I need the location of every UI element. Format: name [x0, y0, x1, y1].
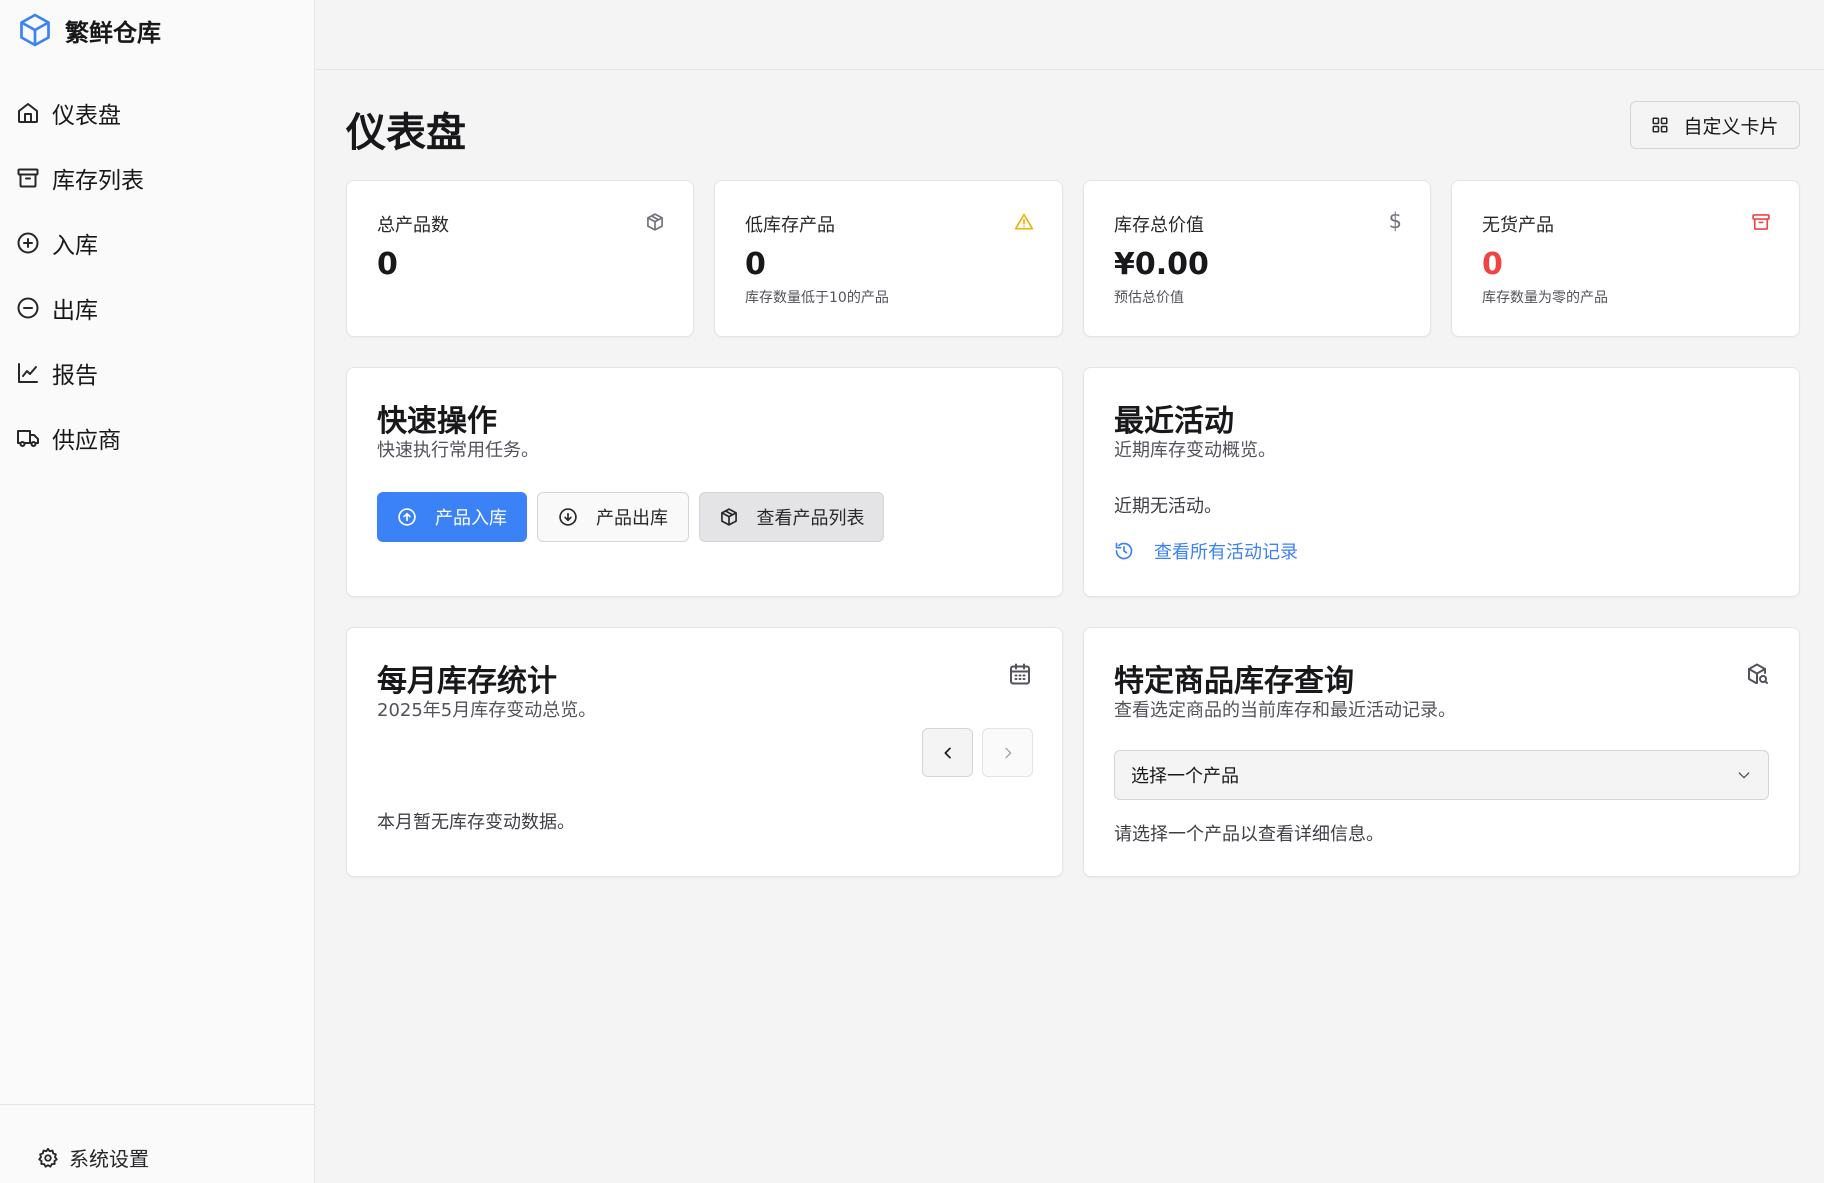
sidebar-item-reports[interactable]: 报告 — [0, 340, 315, 405]
sidebar-item-label: 入库 — [52, 232, 98, 259]
package-icon — [719, 507, 739, 527]
arrow-up-circle-icon — [397, 507, 417, 527]
minus-circle-icon — [16, 296, 40, 320]
line-chart-icon — [16, 361, 40, 385]
package-icon — [645, 212, 665, 232]
previous-month-button[interactable] — [922, 728, 973, 777]
gear-icon — [37, 1147, 59, 1169]
quick-actions-desc: 快速执行常用任务。 — [377, 440, 539, 461]
grid-icon — [1651, 116, 1669, 134]
stat-subtext: 预估总价值 — [1114, 290, 1184, 306]
stock-in-button[interactable]: 产品入库 — [377, 492, 527, 542]
top-bar — [316, 0, 1824, 70]
recent-activity-empty: 近期无活动。 — [1114, 496, 1222, 517]
monthly-stats-title: 每月库存统计 — [377, 664, 557, 699]
sidebar-item-label: 仪表盘 — [52, 102, 121, 129]
sidebar-item-inventory[interactable]: 库存列表 — [0, 145, 315, 210]
stat-subtext: 库存数量低于10的产品 — [745, 290, 889, 306]
stat-card-total-value: 库存总价值 $ ¥0.00 预估总价值 — [1083, 180, 1431, 337]
sidebar-item-stock-in[interactable]: 入库 — [0, 210, 315, 275]
stat-value: 0 — [745, 247, 766, 282]
sidebar-item-label: 库存列表 — [52, 167, 144, 194]
sidebar-item-stock-out[interactable]: 出库 — [0, 275, 315, 340]
stat-card-out-of-stock: 无货产品 0 库存数量为零的产品 — [1451, 180, 1800, 337]
monthly-stats-card: 每月库存统计 2025年5月库存变动总览。 本月暂无库存变动数据。 — [346, 627, 1063, 877]
home-icon — [16, 101, 40, 125]
dollar-icon: $ — [1388, 209, 1402, 233]
arrow-down-circle-icon — [558, 507, 578, 527]
brand[interactable]: 繁鲜仓库 — [17, 10, 161, 50]
sidebar-item-label: 报告 — [52, 362, 98, 389]
warning-icon — [1014, 212, 1034, 232]
product-lookup-hint: 请选择一个产品以查看详细信息。 — [1114, 824, 1384, 845]
customize-cards-button[interactable]: 自定义卡片 — [1630, 101, 1800, 149]
settings-label: 系统设置 — [69, 1147, 149, 1171]
product-lookup-desc: 查看选定商品的当前库存和最近活动记录。 — [1114, 700, 1456, 721]
package-search-icon — [1745, 662, 1769, 686]
customize-cards-label: 自定义卡片 — [1683, 115, 1779, 138]
stat-card-low-stock: 低库存产品 0 库存数量低于10的产品 — [714, 180, 1063, 337]
stat-label: 库存总价值 — [1114, 215, 1204, 236]
history-icon — [1114, 541, 1134, 561]
truck-icon — [16, 426, 40, 450]
product-lookup-card: 特定商品库存查询 查看选定商品的当前库存和最近活动记录。 选择一个产品 请选择一… — [1083, 627, 1800, 877]
view-all-activity-link[interactable]: 查看所有活动记录 — [1114, 538, 1298, 564]
stat-value: 0 — [1482, 247, 1503, 282]
sidebar-item-label: 供应商 — [52, 427, 121, 454]
quick-actions-card: 快速操作 快速执行常用任务。 产品入库 产品出库 查看产品列表 — [346, 367, 1063, 597]
chevron-right-icon — [1000, 745, 1016, 761]
sidebar-item-settings[interactable]: 系统设置 — [37, 1143, 149, 1172]
plus-circle-icon — [16, 231, 40, 255]
sidebar-footer: 系统设置 — [0, 1104, 315, 1183]
recent-activity-desc: 近期库存变动概览。 — [1114, 440, 1276, 461]
monthly-stats-desc: 2025年5月库存变动总览。 — [377, 700, 597, 721]
brand-name: 繁鲜仓库 — [65, 18, 161, 47]
chevron-down-icon — [1736, 767, 1752, 783]
product-lookup-title: 特定商品库存查询 — [1114, 664, 1354, 699]
quick-actions-title: 快速操作 — [377, 404, 497, 439]
view-product-list-button[interactable]: 查看产品列表 — [699, 492, 884, 542]
stock-out-button[interactable]: 产品出库 — [537, 492, 689, 542]
archive-icon — [16, 166, 40, 190]
stat-subtext: 库存数量为零的产品 — [1482, 290, 1608, 306]
stat-label: 低库存产品 — [745, 215, 835, 236]
stat-label: 总产品数 — [377, 215, 449, 236]
stat-card-total-products: 总产品数 0 — [346, 180, 694, 337]
stock-in-label: 产品入库 — [435, 508, 507, 529]
monthly-stats-empty: 本月暂无库存变动数据。 — [377, 812, 575, 833]
view-product-list-label: 查看产品列表 — [756, 508, 865, 529]
stat-label: 无货产品 — [1482, 215, 1554, 236]
next-month-button[interactable] — [982, 728, 1033, 777]
page-title: 仪表盘 — [346, 110, 466, 156]
stat-value: 0 — [377, 247, 398, 282]
sidebar-nav: 仪表盘 库存列表 入库 出库 报告 供应商 — [0, 80, 315, 470]
sidebar-item-dashboard[interactable]: 仪表盘 — [0, 80, 315, 145]
product-select[interactable]: 选择一个产品 — [1114, 750, 1769, 800]
calendar-icon[interactable] — [1008, 662, 1032, 686]
view-all-activity-label: 查看所有活动记录 — [1154, 542, 1298, 563]
recent-activity-title: 最近活动 — [1114, 404, 1234, 439]
sidebar: 繁鲜仓库 仪表盘 库存列表 入库 出库 报告 供应商 系统设置 — [0, 0, 315, 1183]
recent-activity-card: 最近活动 近期库存变动概览。 近期无活动。 查看所有活动记录 — [1083, 367, 1800, 597]
product-select-value: 选择一个产品 — [1131, 766, 1239, 787]
stat-value: ¥0.00 — [1114, 247, 1209, 282]
chevron-left-icon — [940, 745, 956, 761]
cube-logo-icon — [17, 11, 53, 49]
archive-icon — [1751, 212, 1771, 232]
sidebar-item-suppliers[interactable]: 供应商 — [0, 405, 315, 470]
sidebar-item-label: 出库 — [52, 297, 98, 324]
stock-out-label: 产品出库 — [596, 508, 668, 529]
